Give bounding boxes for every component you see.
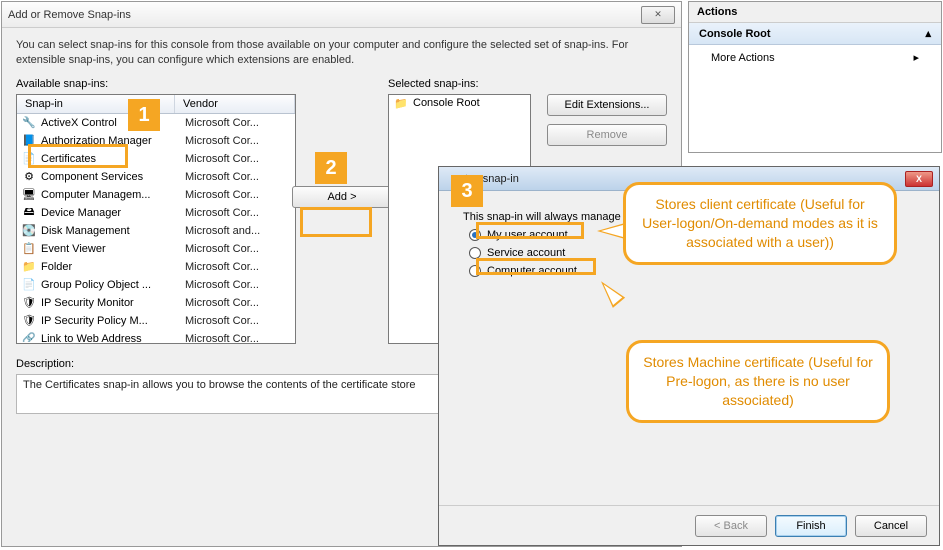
snapin-icon: 💽	[21, 223, 37, 239]
more-actions-item[interactable]: More Actions ▸	[689, 45, 941, 70]
list-item[interactable]: 🛡 IP Security Policy M... Microsoft Cor...	[17, 312, 295, 330]
snapin-icon: 📁	[21, 259, 37, 275]
snapin-name: Device Manager	[41, 207, 181, 219]
radio-computer-account[interactable]: Computer account	[469, 265, 915, 277]
snapin-vendor: Microsoft Cor...	[185, 297, 291, 309]
snapin-icon: ⚙	[21, 169, 37, 185]
snapin-vendor: Microsoft Cor...	[185, 117, 291, 129]
snapin-vendor: Microsoft and...	[185, 225, 291, 237]
cancel-button[interactable]: Cancel	[855, 515, 927, 537]
snapin-vendor: Microsoft Cor...	[185, 279, 291, 291]
snapin-name: Link to Web Address	[41, 333, 181, 342]
available-snapins-list[interactable]: Snap-in Vendor 🔧 ActiveX Control Microsoft…	[16, 94, 296, 344]
tree-label: Console Root	[413, 97, 480, 109]
list-item[interactable]: 💽 Disk Management Microsoft and...	[17, 222, 295, 240]
actions-console-root[interactable]: Console Root ▴	[689, 23, 941, 45]
snapin-icon: 🖥	[21, 187, 37, 203]
snapin-icon: 📋	[21, 241, 37, 257]
more-actions-label: More Actions	[711, 52, 775, 64]
callout-user-account: Stores client certificate (Useful for Us…	[623, 182, 897, 265]
snapin-vendor: Microsoft Cor...	[185, 135, 291, 147]
back-button[interactable]: < Back	[695, 515, 767, 537]
snapin-name: Disk Management	[41, 225, 181, 237]
header-vendor[interactable]: Vendor	[175, 95, 295, 113]
chevron-right-icon: ▸	[913, 51, 919, 64]
collapse-icon: ▴	[925, 27, 931, 40]
add-button[interactable]: Add >	[292, 186, 392, 208]
snapin-vendor: Microsoft Cor...	[185, 243, 291, 255]
titlebar: Add or Remove Snap-ins ✕	[2, 2, 681, 28]
snapin-vendor: Microsoft Cor...	[185, 207, 291, 219]
snapin-icon: 📘	[21, 133, 37, 149]
folder-icon: 📁	[393, 97, 409, 110]
snapin-name: Folder	[41, 261, 181, 273]
list-item[interactable]: 📄 Certificates Microsoft Cor...	[17, 150, 295, 168]
close-icon[interactable]: X	[905, 171, 933, 187]
finish-button[interactable]: Finish	[775, 515, 847, 537]
close-icon[interactable]: ✕	[641, 6, 675, 24]
radio-icon	[469, 265, 481, 277]
snapin-vendor: Microsoft Cor...	[185, 333, 291, 342]
snapin-icon: 🛡	[21, 295, 37, 311]
snapin-name: IP Security Monitor	[41, 297, 181, 309]
list-item[interactable]: 🔗 Link to Web Address Microsoft Cor...	[17, 330, 295, 342]
radio-icon	[469, 247, 481, 259]
intro-text: You can select snap-ins for this console…	[16, 38, 656, 68]
snapin-name: ActiveX Control	[41, 117, 181, 129]
snapin-vendor: Microsoft Cor...	[185, 261, 291, 273]
list-item[interactable]: ⚙ Component Services Microsoft Cor...	[17, 168, 295, 186]
header-snapin[interactable]: Snap-in	[17, 95, 175, 113]
actions-root-label: Console Root	[699, 28, 771, 40]
list-item[interactable]: 📁 Folder Microsoft Cor...	[17, 258, 295, 276]
list-item[interactable]: 📄 Group Policy Object ... Microsoft Cor...	[17, 276, 295, 294]
list-item[interactable]: 🛡 IP Security Monitor Microsoft Cor...	[17, 294, 295, 312]
radio-label: Service account	[487, 247, 565, 259]
list-item[interactable]: 📘 Authorization Manager Microsoft Cor...	[17, 132, 295, 150]
snapin-icon: 🔧	[21, 115, 37, 131]
list-item[interactable]: 🖴 Device Manager Microsoft Cor...	[17, 204, 295, 222]
snapin-name: Group Policy Object ...	[41, 279, 181, 291]
list-item[interactable]: 🔧 ActiveX Control Microsoft Cor...	[17, 114, 295, 132]
selected-label: Selected snap-ins:	[388, 78, 667, 90]
radio-label: Computer account	[487, 265, 577, 277]
remove-button[interactable]: Remove	[547, 124, 667, 146]
snapin-vendor: Microsoft Cor...	[185, 189, 291, 201]
actions-panel: Actions Console Root ▴ More Actions ▸	[688, 1, 942, 153]
snapin-vendor: Microsoft Cor...	[185, 315, 291, 327]
radio-label: My user account	[487, 229, 568, 241]
snapin-vendor: Microsoft Cor...	[185, 171, 291, 183]
wizard-footer: < Back Finish Cancel	[439, 505, 939, 545]
callout-computer-account: Stores Machine certificate (Useful for P…	[626, 340, 890, 423]
snapin-icon: 🔗	[21, 331, 37, 342]
snapin-name: IP Security Policy M...	[41, 315, 181, 327]
list-item[interactable]: 📋 Event Viewer Microsoft Cor...	[17, 240, 295, 258]
actions-header: Actions	[689, 2, 941, 23]
snapin-name: Authorization Manager	[41, 135, 181, 147]
radio-icon	[469, 229, 481, 241]
snapin-name: Event Viewer	[41, 243, 181, 255]
snapin-vendor: Microsoft Cor...	[185, 153, 291, 165]
snapin-name: Component Services	[41, 171, 181, 183]
snapin-name: Certificates	[41, 153, 181, 165]
list-headers[interactable]: Snap-in Vendor	[17, 95, 295, 114]
snapin-icon: 📄	[21, 277, 37, 293]
snapin-name: Computer Managem...	[41, 189, 181, 201]
available-label: Available snap-ins:	[16, 78, 296, 90]
snapin-icon: 📄	[21, 151, 37, 167]
tree-row[interactable]: 📁 Console Root	[393, 97, 526, 110]
dialog-title: Add or Remove Snap-ins	[8, 9, 635, 21]
edit-extensions-button[interactable]: Edit Extensions...	[547, 94, 667, 116]
snapin-icon: 🛡	[21, 313, 37, 329]
list-item[interactable]: 🖥 Computer Managem... Microsoft Cor...	[17, 186, 295, 204]
snapin-icon: 🖴	[21, 205, 37, 221]
